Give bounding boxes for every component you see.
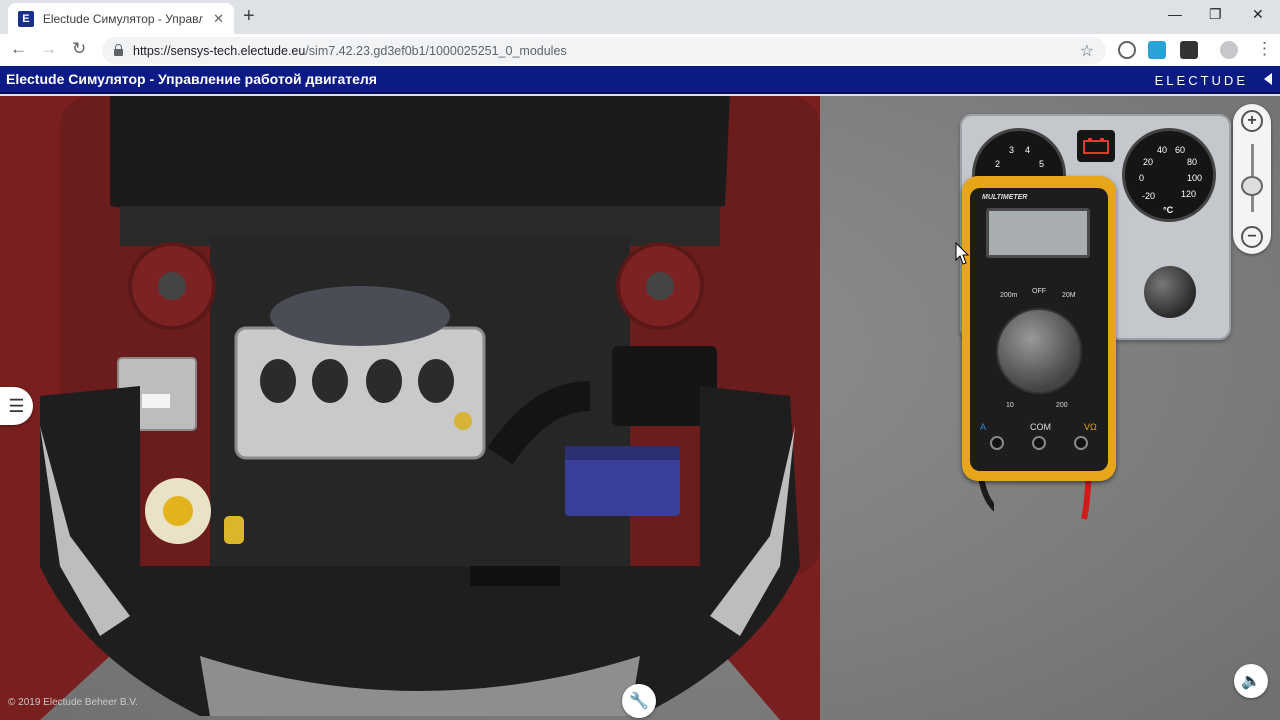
engine-bay-illustration[interactable] bbox=[0, 96, 840, 720]
browser-tab[interactable]: E Electude Симулятор - Управлен ✕ bbox=[8, 3, 234, 34]
battery-icon bbox=[1083, 138, 1109, 154]
lock-icon bbox=[114, 43, 123, 56]
profile-avatar[interactable] bbox=[1220, 41, 1238, 59]
multimeter-selector-knob[interactable] bbox=[996, 308, 1082, 394]
address-bar[interactable]: https://sensys-tech.electude.eu/sim7.42.… bbox=[102, 37, 1106, 64]
temperature-gauge: -20 0 20 40 60 80 100 120 °C bbox=[1122, 128, 1216, 222]
forward-icon[interactable]: → bbox=[40, 39, 57, 59]
browser-navbar: ← → ↻ https://sensys-tech.electude.eu/si… bbox=[0, 34, 1280, 66]
close-window-icon[interactable]: ✕ bbox=[1252, 6, 1264, 23]
extension-icon[interactable] bbox=[1118, 41, 1136, 59]
bookmark-star-icon[interactable]: ☆ bbox=[1080, 41, 1094, 61]
extension-badge-icon[interactable] bbox=[1180, 41, 1198, 59]
multimeter-name: MULTIMETER bbox=[982, 194, 1028, 201]
zoom-in-icon[interactable]: + bbox=[1241, 110, 1263, 132]
zoom-out-icon[interactable]: − bbox=[1241, 226, 1263, 248]
app-title: Electude Симулятор - Управление работой … bbox=[6, 71, 377, 87]
tab-title: Electude Симулятор - Управлен bbox=[42, 11, 204, 26]
wrench-tools-button[interactable]: 🔧 bbox=[622, 684, 656, 718]
wrench-icon: 🔧 bbox=[629, 693, 649, 710]
sound-button[interactable]: 🔈 bbox=[1234, 664, 1268, 698]
multimeter-display bbox=[986, 208, 1090, 258]
hamburger-menu-icon: ☰ bbox=[8, 395, 25, 416]
restore-icon[interactable]: ❐ bbox=[1209, 6, 1222, 23]
jack-v-ohm[interactable] bbox=[1074, 436, 1088, 450]
speaker-icon: 🔈 bbox=[1241, 673, 1261, 690]
app-header: Electude Симулятор - Управление работой … bbox=[0, 66, 1280, 94]
battery-warning-light bbox=[1077, 130, 1115, 162]
copyright-text: © 2019 Electude Beheer B.V. bbox=[8, 697, 138, 708]
multimeter[interactable]: MULTIMETER 200m OFF 20M 10 200 COM A VΩ bbox=[962, 176, 1116, 481]
menu-dots-icon[interactable]: ⋮ bbox=[1256, 39, 1273, 59]
mouse-cursor bbox=[955, 242, 969, 265]
reload-icon[interactable]: ↻ bbox=[72, 39, 86, 59]
browser-tabstrip: E Electude Симулятор - Управлен ✕ + — ❐ … bbox=[0, 0, 1280, 34]
collapse-arrow-icon[interactable] bbox=[1264, 73, 1272, 85]
new-tab-icon[interactable]: + bbox=[243, 5, 255, 27]
minimize-icon[interactable]: — bbox=[1168, 6, 1182, 22]
ignition-switch-knob[interactable] bbox=[1144, 266, 1196, 318]
jack-com[interactable] bbox=[1032, 436, 1046, 450]
extension-cloud-icon[interactable] bbox=[1148, 41, 1166, 59]
zoom-slider-thumb[interactable] bbox=[1241, 176, 1263, 196]
favicon-icon: E bbox=[18, 10, 34, 27]
jack-a[interactable] bbox=[990, 436, 1004, 450]
url-text: https://sensys-tech.electude.eu/sim7.42.… bbox=[133, 43, 567, 58]
zoom-control: + − bbox=[1233, 104, 1271, 254]
tab-close-icon[interactable]: ✕ bbox=[213, 11, 224, 27]
simulator-scene: © 2019 Electude Beheer B.V. ☰ 🔧 🔈 + − 2 … bbox=[0, 96, 1280, 720]
multimeter-face: MULTIMETER 200m OFF 20M 10 200 COM A VΩ bbox=[970, 188, 1108, 471]
electude-logo: ELECTUDE bbox=[1154, 73, 1248, 88]
back-icon[interactable]: ← bbox=[10, 39, 27, 59]
